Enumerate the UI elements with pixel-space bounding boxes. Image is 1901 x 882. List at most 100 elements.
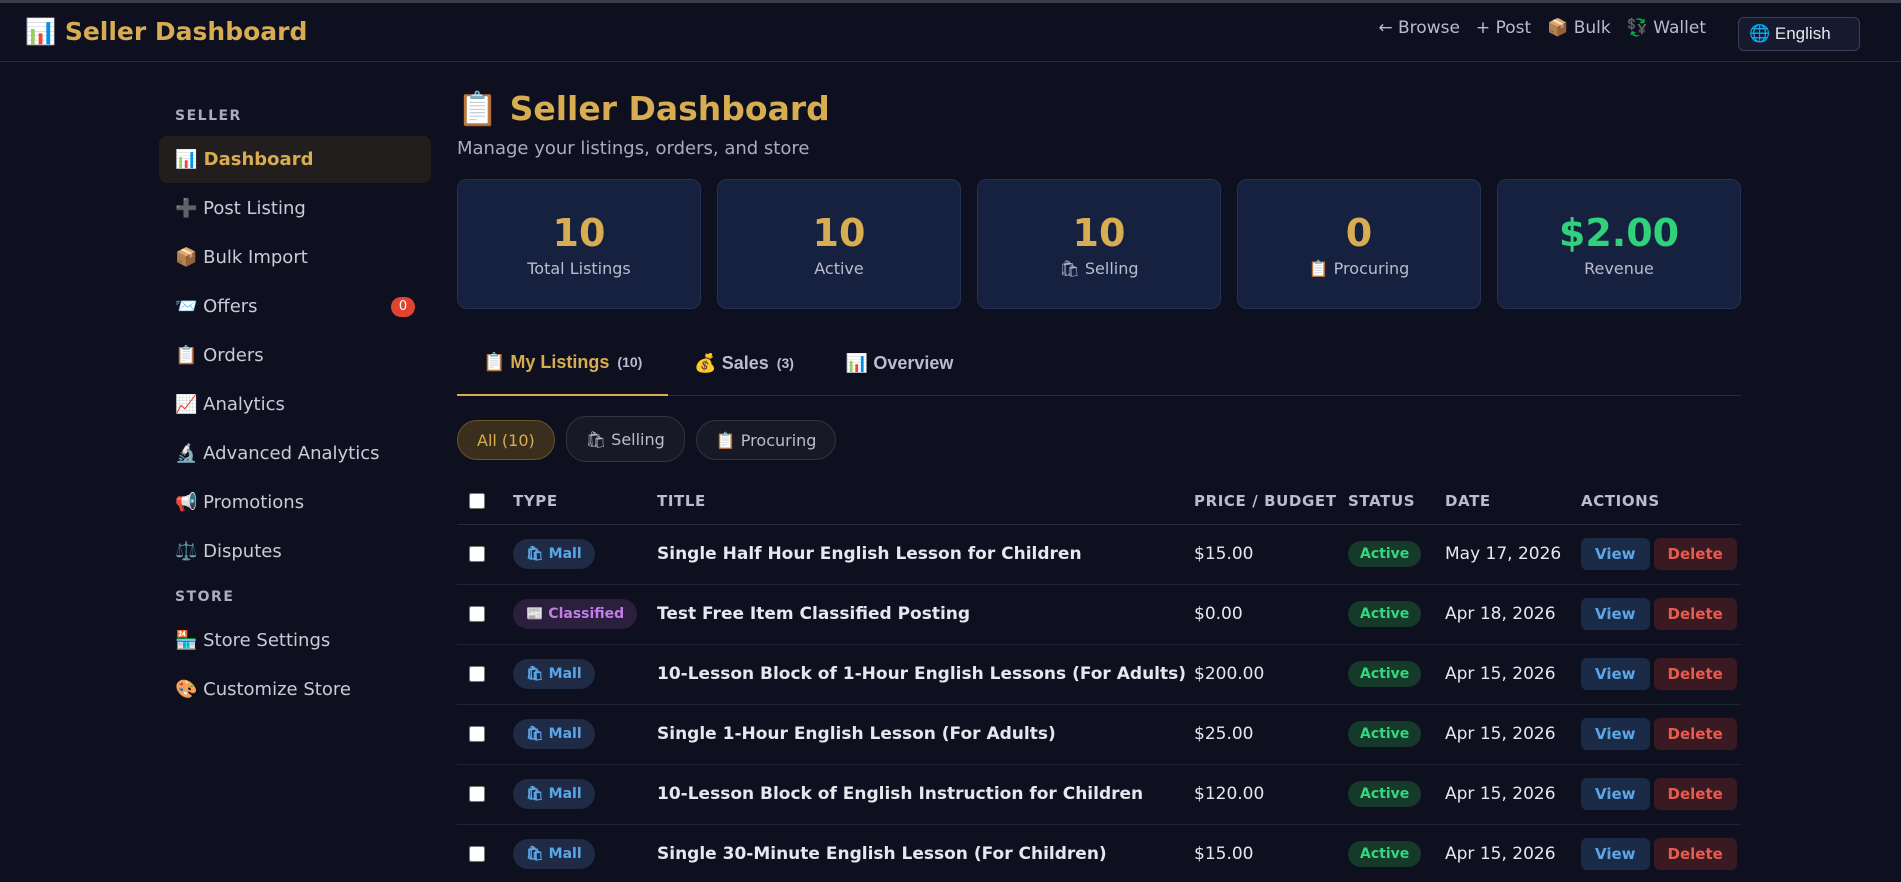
row-checkbox[interactable] <box>469 546 485 562</box>
sidebar-item-promotions[interactable]: 📢 Promotions <box>159 479 431 526</box>
price-cell: $120.00 <box>1194 764 1348 825</box>
status-cell: Active <box>1348 644 1445 705</box>
filter-procuring[interactable]: 📋 Procuring <box>695 420 837 460</box>
title-cell: 10-Lesson Block of English Instruction f… <box>657 764 1194 825</box>
row-select-cell <box>457 524 513 585</box>
stat-card-revenue: $2.00 Revenue <box>1497 179 1741 309</box>
table-row: 🛍 Mall Single 1-Hour English Lesson (For … <box>457 704 1741 765</box>
filter-all[interactable]: All (10) <box>457 420 555 460</box>
actions-cell: View Delete <box>1581 524 1741 585</box>
view-button[interactable]: View <box>1581 598 1650 630</box>
row-checkbox[interactable] <box>469 666 485 682</box>
column-header-date: DATE <box>1445 478 1581 525</box>
actions-cell: View Delete <box>1581 584 1741 645</box>
view-button[interactable]: View <box>1581 538 1650 570</box>
column-header-type: TYPE <box>513 478 657 525</box>
delete-button[interactable]: Delete <box>1653 658 1737 690</box>
sidebar: SELLER 📊 Dashboard ➕ Post Listing 📦 Bulk… <box>159 62 431 715</box>
stat-value: 10 <box>812 210 866 255</box>
status-badge: Active <box>1348 841 1422 867</box>
title-cell: 10-Lesson Block of 1-Hour English Lesson… <box>657 644 1194 705</box>
table-body: 🛍 Mall Single Half Hour English Lesson fo… <box>457 524 1741 882</box>
date-cell: Apr 15, 2026 <box>1445 764 1581 825</box>
view-button[interactable]: View <box>1581 778 1650 810</box>
tab-label: 📊 Overview <box>845 352 954 373</box>
filter-pills: All (10) 🛍 Selling 📋 Procuring <box>457 416 1741 462</box>
sidebar-item-dashboard[interactable]: 📊 Dashboard <box>159 136 431 183</box>
delete-button[interactable]: Delete <box>1653 778 1737 810</box>
tab-overview[interactable]: 📊 Overview <box>820 331 979 396</box>
view-button[interactable]: View <box>1581 718 1650 750</box>
price-cell: $200.00 <box>1194 644 1348 705</box>
tab-count: (3) <box>776 355 794 371</box>
nav-post-link[interactable]: + Post <box>1476 18 1531 38</box>
status-badge: Active <box>1348 541 1422 567</box>
sidebar-item-orders[interactable]: 📋 Orders <box>159 332 431 379</box>
price-cell: $15.00 <box>1194 524 1348 585</box>
language-select[interactable]: 🌐 English <box>1738 17 1860 51</box>
stat-card-active: 10 Active <box>717 179 961 309</box>
date-cell: Apr 15, 2026 <box>1445 644 1581 705</box>
status-cell: Active <box>1348 524 1445 585</box>
delete-button[interactable]: Delete <box>1653 598 1737 630</box>
nav-browse-link[interactable]: ← Browse <box>1378 18 1460 38</box>
sidebar-item-post-listing[interactable]: ➕ Post Listing <box>159 185 431 232</box>
column-header-title: TITLE <box>657 478 1194 525</box>
sidebar-item-bulk-import[interactable]: 📦 Bulk Import <box>159 234 431 281</box>
type-cell: 📰 Classified <box>513 584 657 645</box>
nav-wallet-link[interactable]: 💱 Wallet <box>1627 18 1706 38</box>
stat-card-total-listings: 10 Total Listings <box>457 179 701 309</box>
date-cell: Apr 18, 2026 <box>1445 584 1581 645</box>
table-row: 📰 Classified Test Free Item Classified Po… <box>457 584 1741 645</box>
row-checkbox[interactable] <box>469 606 485 622</box>
stat-label: 📋 Procuring <box>1308 258 1410 278</box>
actions-cell: View Delete <box>1581 644 1741 705</box>
main-content: 📋 Seller Dashboard Manage your listings,… <box>457 62 1741 882</box>
sidebar-item-store-settings[interactable]: 🏪 Store Settings <box>159 617 431 664</box>
nav-bulk-link[interactable]: 📦 Bulk <box>1547 18 1611 38</box>
actions-cell: View Delete <box>1581 824 1741 882</box>
table-row: 🛍 Mall Single 30-Minute English Lesson (F… <box>457 824 1741 882</box>
row-checkbox[interactable] <box>469 846 485 862</box>
view-button[interactable]: View <box>1581 838 1650 870</box>
row-checkbox[interactable] <box>469 726 485 742</box>
status-cell: Active <box>1348 764 1445 825</box>
stat-label: Active <box>814 258 864 278</box>
row-select-cell <box>457 644 513 705</box>
sidebar-item-advanced-analytics[interactable]: 🔬 Advanced Analytics <box>159 430 431 477</box>
row-select-cell <box>457 584 513 645</box>
type-badge: 🛍 Mall <box>513 839 595 869</box>
sidebar-item-analytics[interactable]: 📈 Analytics <box>159 381 431 428</box>
sidebar-item-customize-store[interactable]: 🎨 Customize Store <box>159 666 431 713</box>
status-cell: Active <box>1348 584 1445 645</box>
delete-button[interactable]: Delete <box>1653 718 1737 750</box>
column-header-price: PRICE / BUDGET <box>1194 478 1348 525</box>
top-bar: 📊 Seller Dashboard ← Browse + Post 📦 Bul… <box>0 0 1901 62</box>
column-header-actions: ACTIONS <box>1581 478 1741 525</box>
row-select-cell <box>457 824 513 882</box>
title-cell: Single 1-Hour English Lesson (For Adults… <box>657 704 1194 765</box>
status-cell: Active <box>1348 824 1445 882</box>
delete-button[interactable]: Delete <box>1653 838 1737 870</box>
view-button[interactable]: View <box>1581 658 1650 690</box>
delete-button[interactable]: Delete <box>1653 538 1737 570</box>
tab-my-listings[interactable]: 📋 My Listings (10) <box>457 331 669 396</box>
sidebar-item-offers[interactable]: 📨 Offers 0 <box>159 283 431 330</box>
select-all-checkbox[interactable] <box>469 493 485 510</box>
row-checkbox[interactable] <box>469 786 485 802</box>
stats-row: 10 Total Listings 10 Active 10 🛍 Selling… <box>457 179 1741 309</box>
filter-selling[interactable]: 🛍 Selling <box>565 416 685 462</box>
stat-value: 10 <box>552 210 606 255</box>
stat-label: Revenue <box>1584 258 1654 278</box>
status-badge: Active <box>1348 721 1422 747</box>
brand-title[interactable]: 📊 Seller Dashboard <box>25 17 307 47</box>
sidebar-item-disputes[interactable]: ⚖️ Disputes <box>159 528 431 575</box>
date-cell: May 17, 2026 <box>1445 524 1581 585</box>
row-select-cell <box>457 764 513 825</box>
price-cell: $15.00 <box>1194 824 1348 882</box>
tab-sales[interactable]: 💰 Sales (3) <box>668 331 820 396</box>
page-subtitle: Manage your listings, orders, and store <box>457 138 810 159</box>
sidebar-section-store: STORE <box>175 589 235 605</box>
sidebar-item-label: 📨 Offers <box>175 296 258 317</box>
date-cell: Apr 15, 2026 <box>1445 704 1581 765</box>
